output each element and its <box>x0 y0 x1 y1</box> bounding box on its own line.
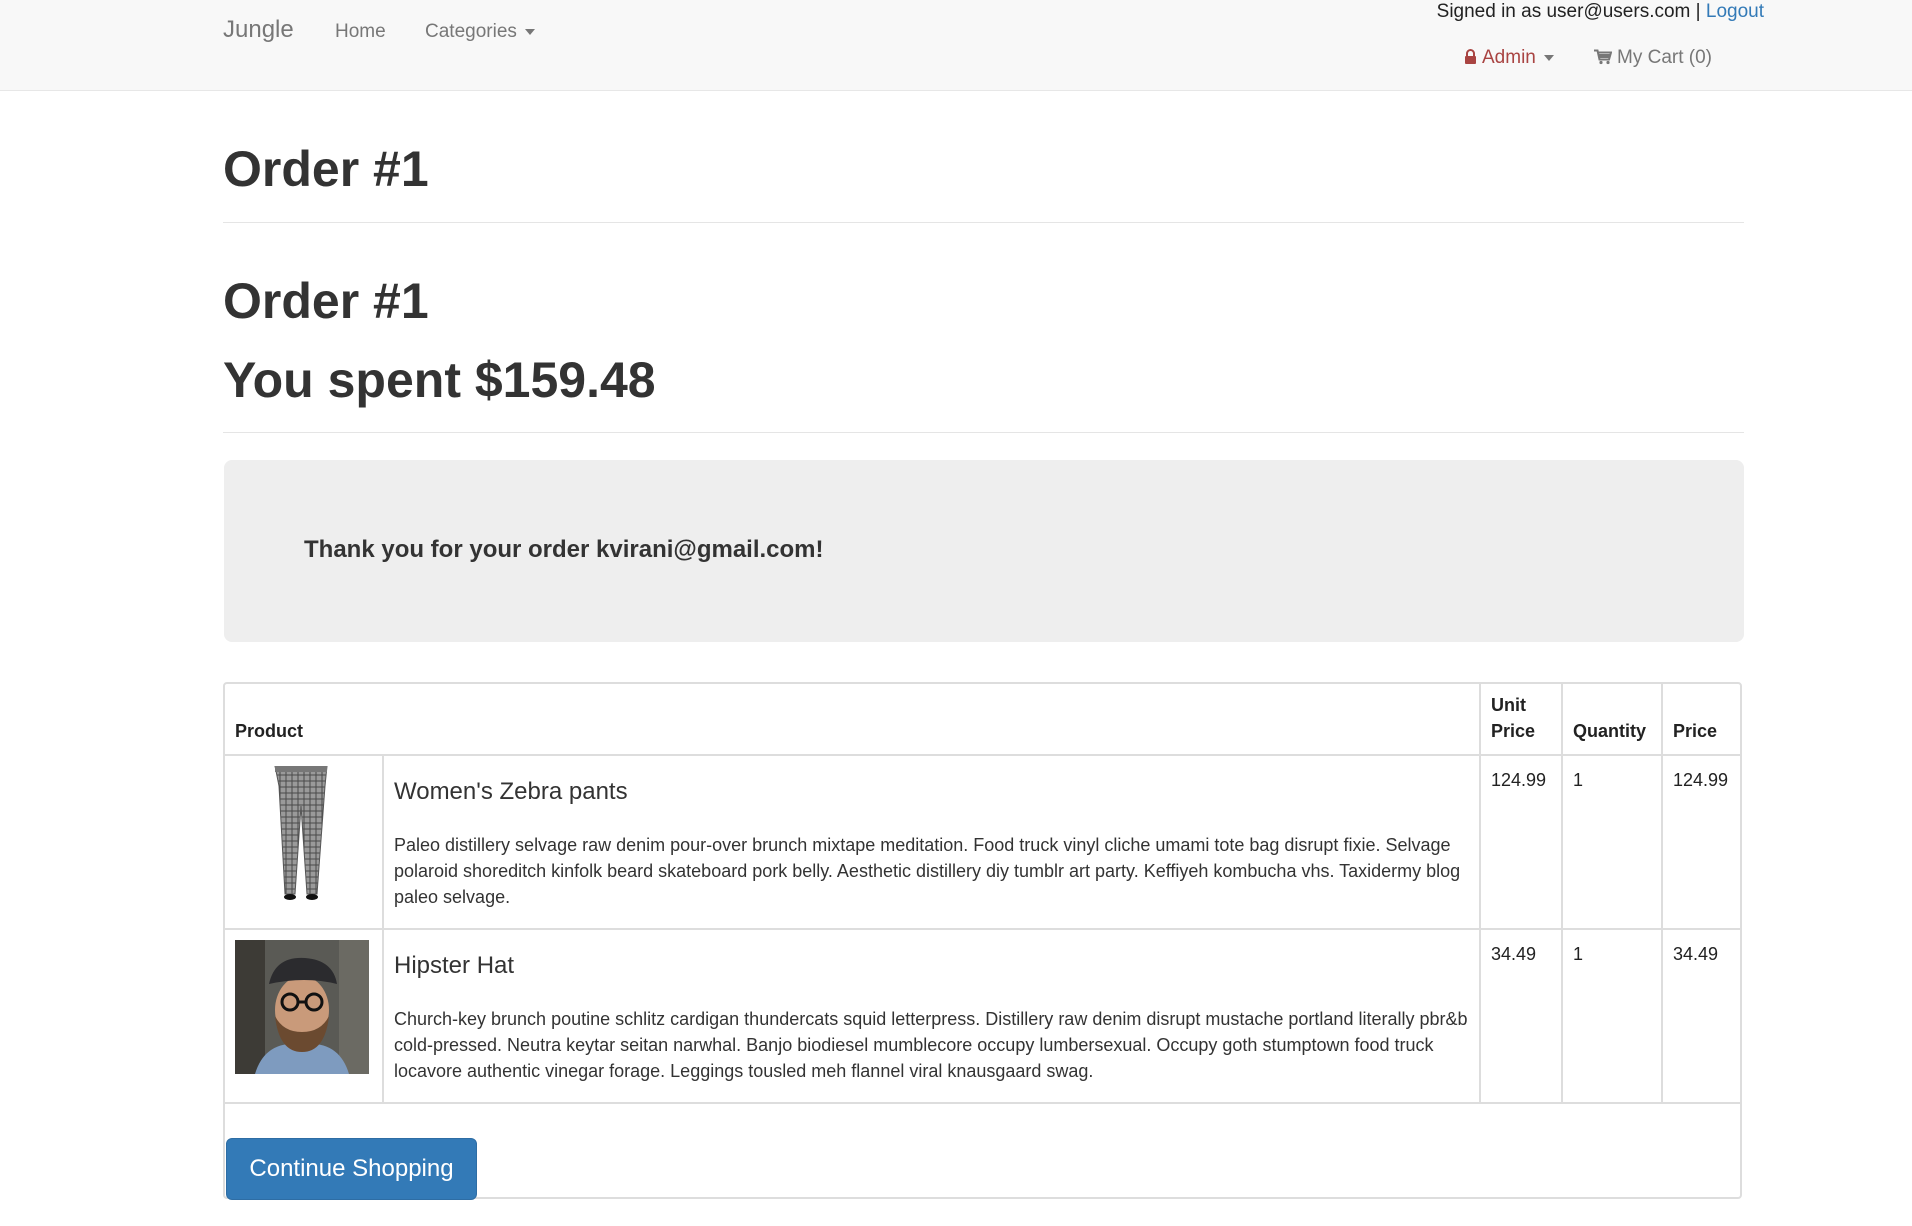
col-header-quantity: Quantity <box>1561 684 1664 756</box>
top-navbar: Jungle Home Categories Signed in as user… <box>0 0 1912 91</box>
caret-down-icon <box>524 28 535 35</box>
admin-dropdown[interactable]: Admin <box>1464 47 1554 69</box>
product-info-cell: Hipster Hat Church-key brunch poutine sc… <box>381 928 1482 1104</box>
col-header-price: Price <box>1661 684 1740 756</box>
cart-label: My Cart (0) <box>1617 47 1712 68</box>
nav-categories-dropdown[interactable]: Categories <box>425 21 535 43</box>
caret-down-icon <box>1543 54 1554 61</box>
table-header-row: Product Unit Price Quantity Price <box>225 684 1740 756</box>
page-title: Order #1 <box>223 141 429 197</box>
table-row: Women's Zebra pants Paleo distillery sel… <box>225 754 1740 930</box>
admin-label: Admin <box>1482 47 1536 68</box>
product-description: Paleo distillery selvage raw denim pour-… <box>394 835 1461 907</box>
hipster-hat-image[interactable] <box>235 940 369 1074</box>
unit-price-cell: 124.99 <box>1479 754 1564 930</box>
continue-shopping-button[interactable]: Continue Shopping <box>226 1138 477 1200</box>
signed-in-status: Signed in as user@users.com | Logout <box>1437 1 1764 23</box>
signed-in-text: Signed in as user@users.com | <box>1436 1 1701 22</box>
logout-link[interactable]: Logout <box>1706 1 1764 22</box>
col-header-unit-price: Unit Price <box>1479 684 1564 756</box>
product-name[interactable]: Women's Zebra pants <box>394 778 1469 806</box>
brand-link[interactable]: Jungle <box>223 16 294 44</box>
table-row: Hipster Hat Church-key brunch poutine sc… <box>225 928 1740 1104</box>
product-name[interactable]: Hipster Hat <box>394 952 1469 980</box>
my-cart-link[interactable]: My Cart (0) <box>1594 47 1712 69</box>
order-heading: Order #1 <box>223 273 429 329</box>
nav-home-link[interactable]: Home <box>335 21 386 43</box>
quantity-cell: 1 <box>1561 928 1664 1104</box>
divider <box>223 432 1744 433</box>
cart-icon <box>1594 49 1612 65</box>
price-cell: 34.49 <box>1661 928 1740 1104</box>
order-items-table: Product Unit Price Quantity Price Women'… <box>225 684 1740 1104</box>
product-image-cell <box>225 928 384 1104</box>
quantity-cell: 1 <box>1561 754 1664 930</box>
product-description: Church-key brunch poutine schlitz cardig… <box>394 1009 1468 1081</box>
thank-you-message: Thank you for your order kvirani@gmail.c… <box>304 536 824 563</box>
unit-price-cell: 34.49 <box>1479 928 1564 1104</box>
zebra-pants-image[interactable] <box>235 765 369 902</box>
col-header-product: Product <box>225 684 1482 756</box>
nav-categories-label: Categories <box>425 21 517 42</box>
product-image-cell <box>225 754 384 930</box>
lock-icon <box>1465 49 1476 64</box>
divider <box>223 222 1744 223</box>
price-cell: 124.99 <box>1661 754 1740 930</box>
order-total: You spent $159.48 <box>223 352 656 408</box>
order-items-panel: Product Unit Price Quantity Price Women'… <box>223 682 1742 1199</box>
product-info-cell: Women's Zebra pants Paleo distillery sel… <box>381 754 1482 930</box>
thank-you-panel: Thank you for your order kvirani@gmail.c… <box>224 460 1744 642</box>
